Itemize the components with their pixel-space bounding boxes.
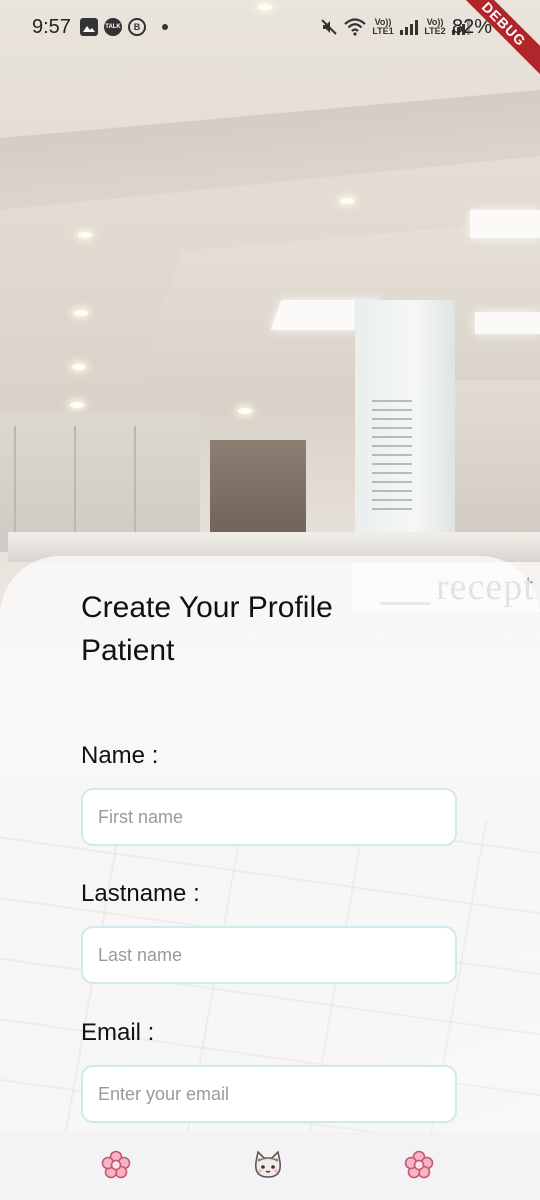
nav-flower-right[interactable] (402, 1148, 436, 1182)
mute-icon (321, 19, 337, 35)
image-icon (80, 18, 98, 36)
lastname-label: Lastname : (81, 880, 200, 907)
flower-icon (101, 1150, 131, 1179)
ceiling-light (70, 402, 84, 408)
pillar-signage (372, 400, 412, 510)
talk-icon: TALK (104, 18, 122, 36)
doorway (210, 440, 306, 540)
status-bar: 9:57 TALK B Vo)) LTE1 Vo)) LTE2 82% DEBU… (0, 0, 540, 81)
volte1-signal-icon: Vo)) LTE1 (372, 17, 394, 36)
skylight (470, 210, 540, 238)
first-name-input[interactable] (81, 788, 457, 846)
nav-flower-left[interactable] (99, 1148, 133, 1182)
last-name-input[interactable] (81, 926, 457, 984)
email-label: Email : (81, 1019, 155, 1046)
ceiling-light (78, 232, 92, 238)
cat-icon (254, 1150, 282, 1178)
flower-icon (404, 1150, 434, 1179)
email-input[interactable] (81, 1065, 457, 1123)
bottom-nav (0, 1132, 540, 1200)
volte2-signal-icon: Vo)) LTE2 (424, 17, 446, 36)
ceiling-light (72, 364, 86, 370)
wifi-icon (344, 18, 366, 36)
b-icon: B (128, 18, 146, 36)
dot-icon (162, 24, 168, 30)
name-label: Name : (81, 742, 159, 769)
ceiling-band (0, 90, 540, 210)
ceiling-light (74, 310, 88, 316)
left-wall (0, 412, 200, 552)
skylight (475, 312, 540, 334)
page-title: Create Your Profile Patient (81, 591, 333, 667)
signal1-bars (400, 19, 418, 35)
notification-icons: TALK B (80, 18, 168, 36)
ceiling-light (238, 408, 252, 414)
status-time: 9:57 (32, 16, 71, 38)
system-icons: Vo)) LTE1 Vo)) LTE2 (320, 18, 470, 36)
nav-cat-center[interactable] (251, 1148, 285, 1182)
right-wall (455, 380, 540, 540)
ceiling-light (340, 198, 354, 204)
